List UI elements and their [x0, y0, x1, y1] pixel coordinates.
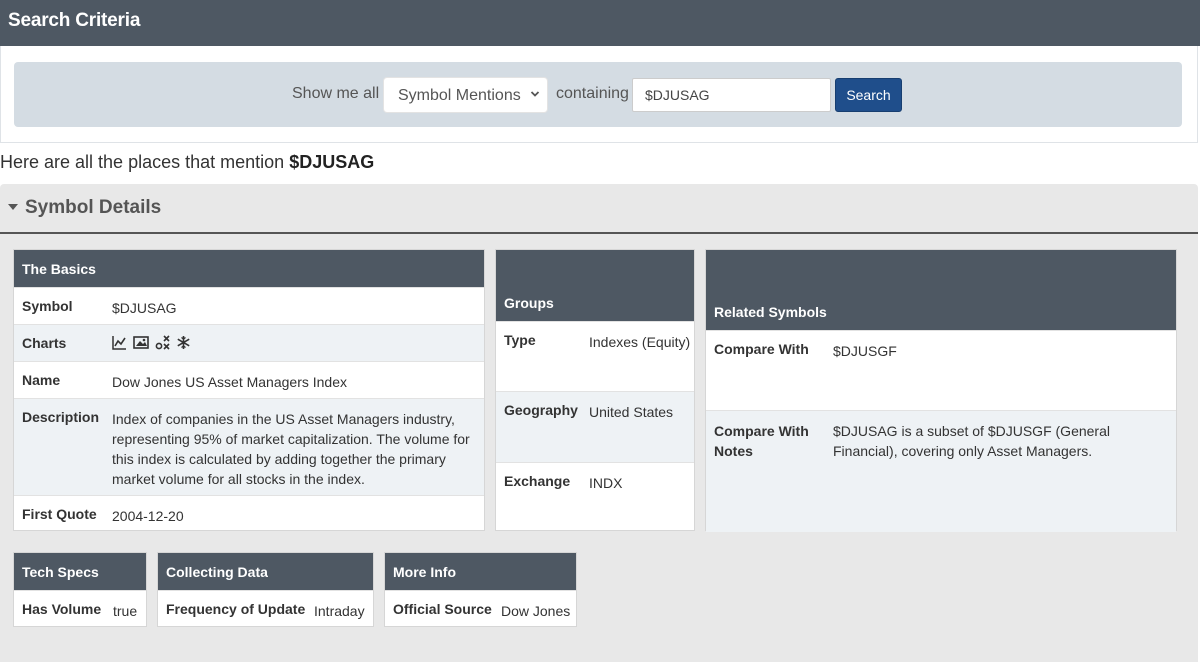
more-info-header: More Info — [385, 553, 576, 590]
row-value: Index of companies in the US Asset Manag… — [112, 411, 470, 487]
row-value: INDX — [589, 475, 623, 491]
table-row: Has Volume true — [14, 590, 146, 628]
pnf-chart-icon[interactable] — [155, 335, 170, 351]
mention-summary: Here are all the places that mention $DJ… — [0, 152, 374, 173]
row-key: Exchange — [504, 473, 571, 489]
related-symbols-card: Related Symbols Compare With $DJUSGF Com… — [705, 249, 1177, 532]
row-value: 2004-12-20 — [112, 508, 184, 524]
table-row: First Quote 2004-12-20 — [14, 495, 484, 532]
row-key: Geography — [504, 402, 578, 418]
more-info-title: More Info — [393, 564, 456, 580]
groups-title: Groups — [504, 295, 554, 311]
table-row: Description Index of companies in the US… — [14, 398, 484, 495]
row-key: Type — [504, 332, 536, 348]
row-key: Description — [22, 409, 100, 425]
row-key: Name — [22, 372, 61, 388]
search-input[interactable] — [632, 78, 831, 112]
symbol-details-toggle[interactable]: Symbol Details — [0, 184, 1198, 234]
row-value: $DJUSAG — [112, 300, 177, 316]
row-key: Compare With — [714, 341, 809, 357]
row-value: true — [113, 603, 138, 619]
search-criteria-header: Search Criteria — [0, 0, 1200, 46]
mention-symbol: $DJUSAG — [289, 152, 375, 172]
row-key: Symbol — [22, 298, 73, 314]
groups-card-header: Groups — [496, 250, 694, 321]
containing-label: containing — [556, 85, 629, 102]
snowflake-icon[interactable] — [176, 335, 191, 351]
groups-card: Groups Type Indexes (Equity) Geography U… — [495, 249, 695, 531]
more-info-card: More Info Official Source Dow Jones — [384, 552, 577, 627]
basics-title: The Basics — [22, 261, 96, 277]
table-row: Exchange INDX — [496, 462, 694, 532]
row-key: Frequency of Update — [166, 601, 306, 617]
table-row: Symbol $DJUSAG — [14, 287, 484, 324]
caret-down-icon — [8, 204, 18, 210]
header-title: Search Criteria — [8, 10, 141, 31]
table-row: Compare With $DJUSGF — [706, 330, 1176, 410]
collecting-data-title: Collecting Data — [166, 564, 268, 580]
chart-icons — [112, 335, 191, 351]
collecting-data-card: Collecting Data Frequency of Update Intr… — [157, 552, 374, 627]
row-key: First Quote — [22, 506, 97, 522]
tech-specs-header: Tech Specs — [14, 553, 146, 590]
row-value: Indexes (Equity) — [589, 334, 691, 350]
basics-card-header: The Basics — [14, 250, 484, 287]
row-value: United States — [589, 404, 674, 420]
table-row: Frequency of Update Intraday — [158, 590, 373, 628]
row-key: Official Source — [393, 601, 492, 617]
mention-prefix: Here are all the places that mention — [0, 152, 285, 172]
symbol-details-title: Symbol Details — [25, 197, 162, 218]
basics-card: The Basics Symbol $DJUSAG Charts Name Do… — [13, 249, 485, 531]
row-key: Has Volume — [22, 601, 102, 617]
tech-specs-title: Tech Specs — [22, 564, 99, 580]
row-value: Dow Jones US Asset Managers Index — [112, 374, 348, 390]
table-row: Charts — [14, 324, 484, 361]
related-card-header: Related Symbols — [706, 250, 1176, 330]
related-title: Related Symbols — [714, 304, 827, 320]
show-me-all-label: Show me all — [292, 85, 380, 102]
row-value: Intraday — [314, 603, 365, 619]
image-chart-icon[interactable] — [133, 335, 149, 351]
search-button[interactable]: Search — [835, 78, 902, 112]
table-row: Name Dow Jones US Asset Managers Index — [14, 361, 484, 398]
table-row: Compare With Notes $DJUSAG is a subset o… — [706, 410, 1176, 532]
official-source-link[interactable]: Dow Jones — [501, 601, 570, 621]
table-row: Type Indexes (Equity) — [496, 321, 694, 391]
row-value: $DJUSAG is a subset of $DJUSGF (General … — [833, 423, 1110, 459]
chevron-down-icon — [530, 89, 540, 102]
tech-specs-card: Tech Specs Has Volume true — [13, 552, 147, 627]
related-symbol-link[interactable]: $DJUSGF — [833, 341, 897, 361]
table-row: Geography United States — [496, 391, 694, 462]
collecting-data-header: Collecting Data — [158, 553, 373, 590]
search-type-select[interactable]: Symbol Mentions — [383, 77, 548, 113]
line-chart-icon[interactable] — [112, 335, 127, 351]
row-key: Compare With Notes — [714, 423, 809, 459]
row-key: Charts — [22, 335, 67, 351]
search-type-value: Symbol Mentions — [398, 87, 521, 104]
table-row: Official Source Dow Jones — [385, 590, 576, 628]
